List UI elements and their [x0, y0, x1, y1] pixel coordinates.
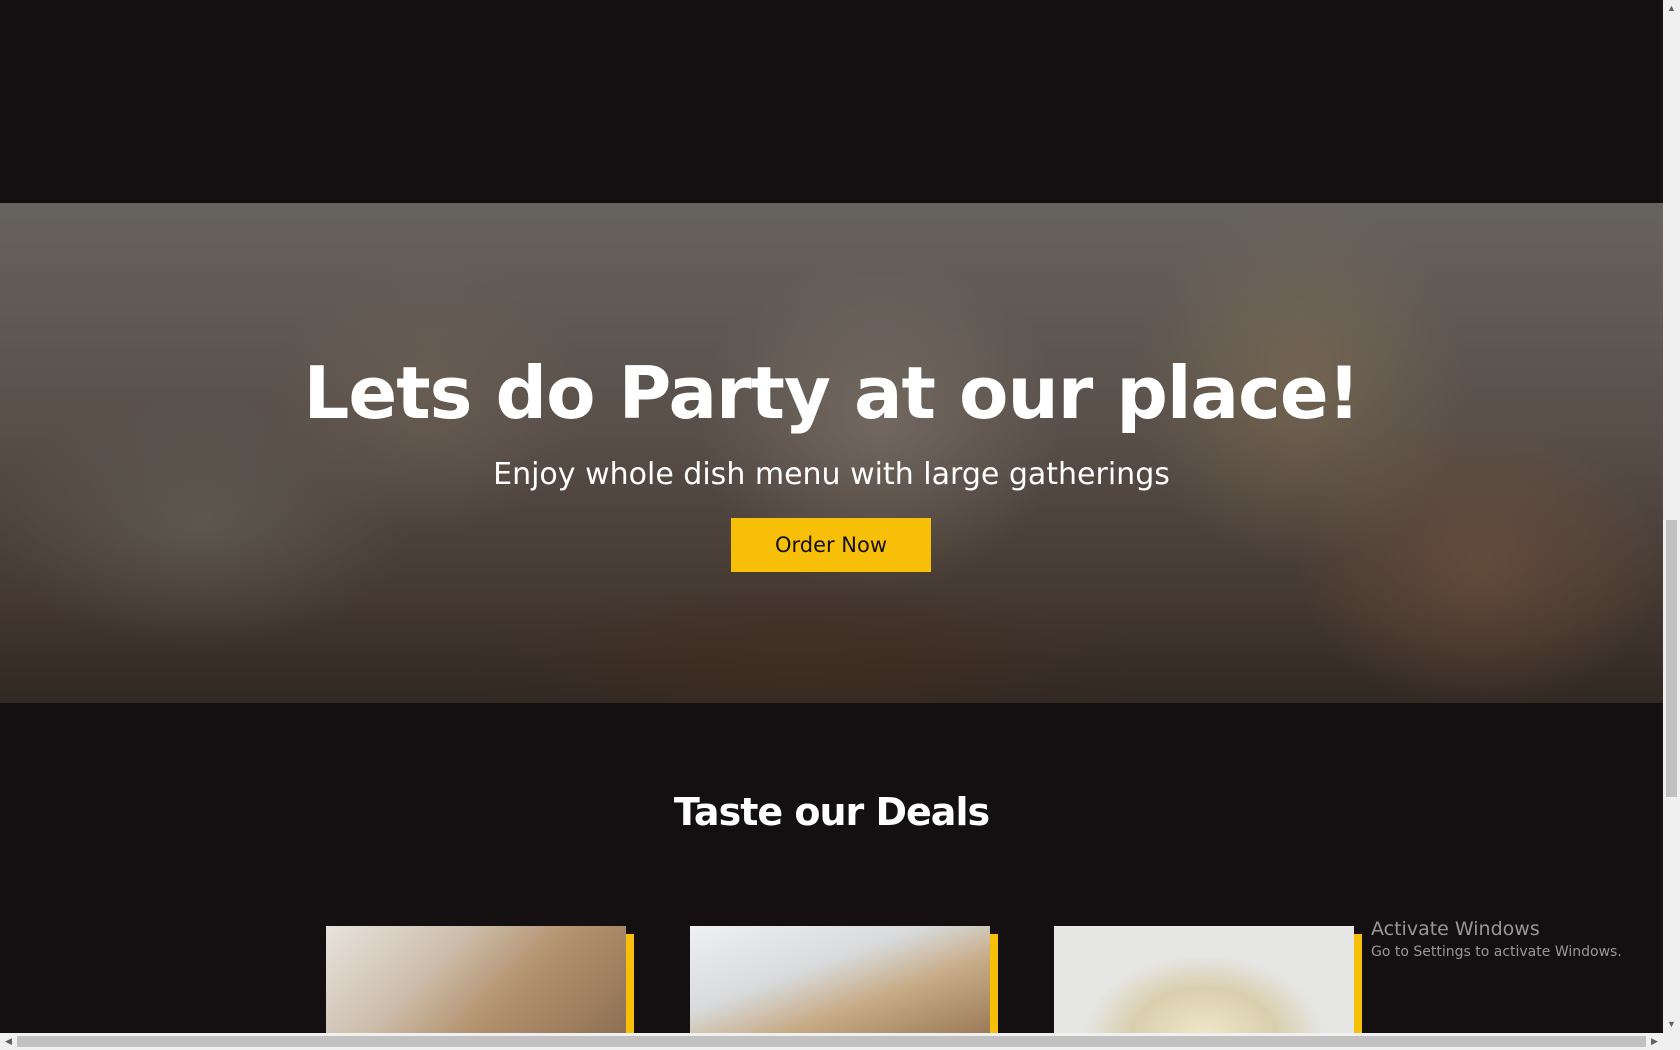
- hero-title: Lets do Party at our place!: [303, 351, 1361, 435]
- vertical-scroll-thumb[interactable]: [1666, 520, 1677, 797]
- deal-card-accent: [626, 934, 634, 1033]
- deal-card-accent: [990, 934, 998, 1033]
- page: Lets do Party at our place! Enjoy whole …: [0, 0, 1663, 1033]
- hero-subtitle: Enjoy whole dish menu with large gatheri…: [493, 457, 1170, 492]
- deal-card[interactable]: [1054, 926, 1362, 1033]
- horizontal-scroll-thumb[interactable]: [17, 1036, 1646, 1047]
- watermark-title: Activate Windows: [1371, 918, 1540, 940]
- deal-image-cheese-bread: [326, 926, 626, 1033]
- hero-image-overlay: [0, 203, 1663, 703]
- scroll-left-arrow-icon[interactable]: ◀: [0, 1033, 17, 1050]
- scroll-right-arrow-icon[interactable]: ▶: [1646, 1033, 1663, 1050]
- deal-image-bread: [690, 926, 990, 1033]
- vertical-scrollbar[interactable]: ▲ ▼: [1663, 0, 1680, 1033]
- deal-card-accent: [1354, 934, 1362, 1033]
- scroll-up-arrow-icon[interactable]: ▲: [1663, 0, 1680, 17]
- party-hero-banner: Lets do Party at our place! Enjoy whole …: [0, 203, 1663, 703]
- horizontal-scrollbar[interactable]: ◀ ▶: [0, 1033, 1680, 1050]
- deal-card[interactable]: [690, 926, 998, 1033]
- deals-section-title: Taste our Deals: [673, 790, 990, 834]
- scroll-down-arrow-icon[interactable]: ▼: [1663, 1016, 1680, 1033]
- windows-activation-watermark: Activate Windows Go to Settings to activ…: [1371, 918, 1622, 960]
- order-now-button[interactable]: Order Now: [731, 518, 931, 572]
- deal-card[interactable]: [326, 926, 634, 1033]
- deal-image-pasta: [1054, 926, 1354, 1033]
- watermark-subtitle: Go to Settings to activate Windows.: [1371, 944, 1622, 960]
